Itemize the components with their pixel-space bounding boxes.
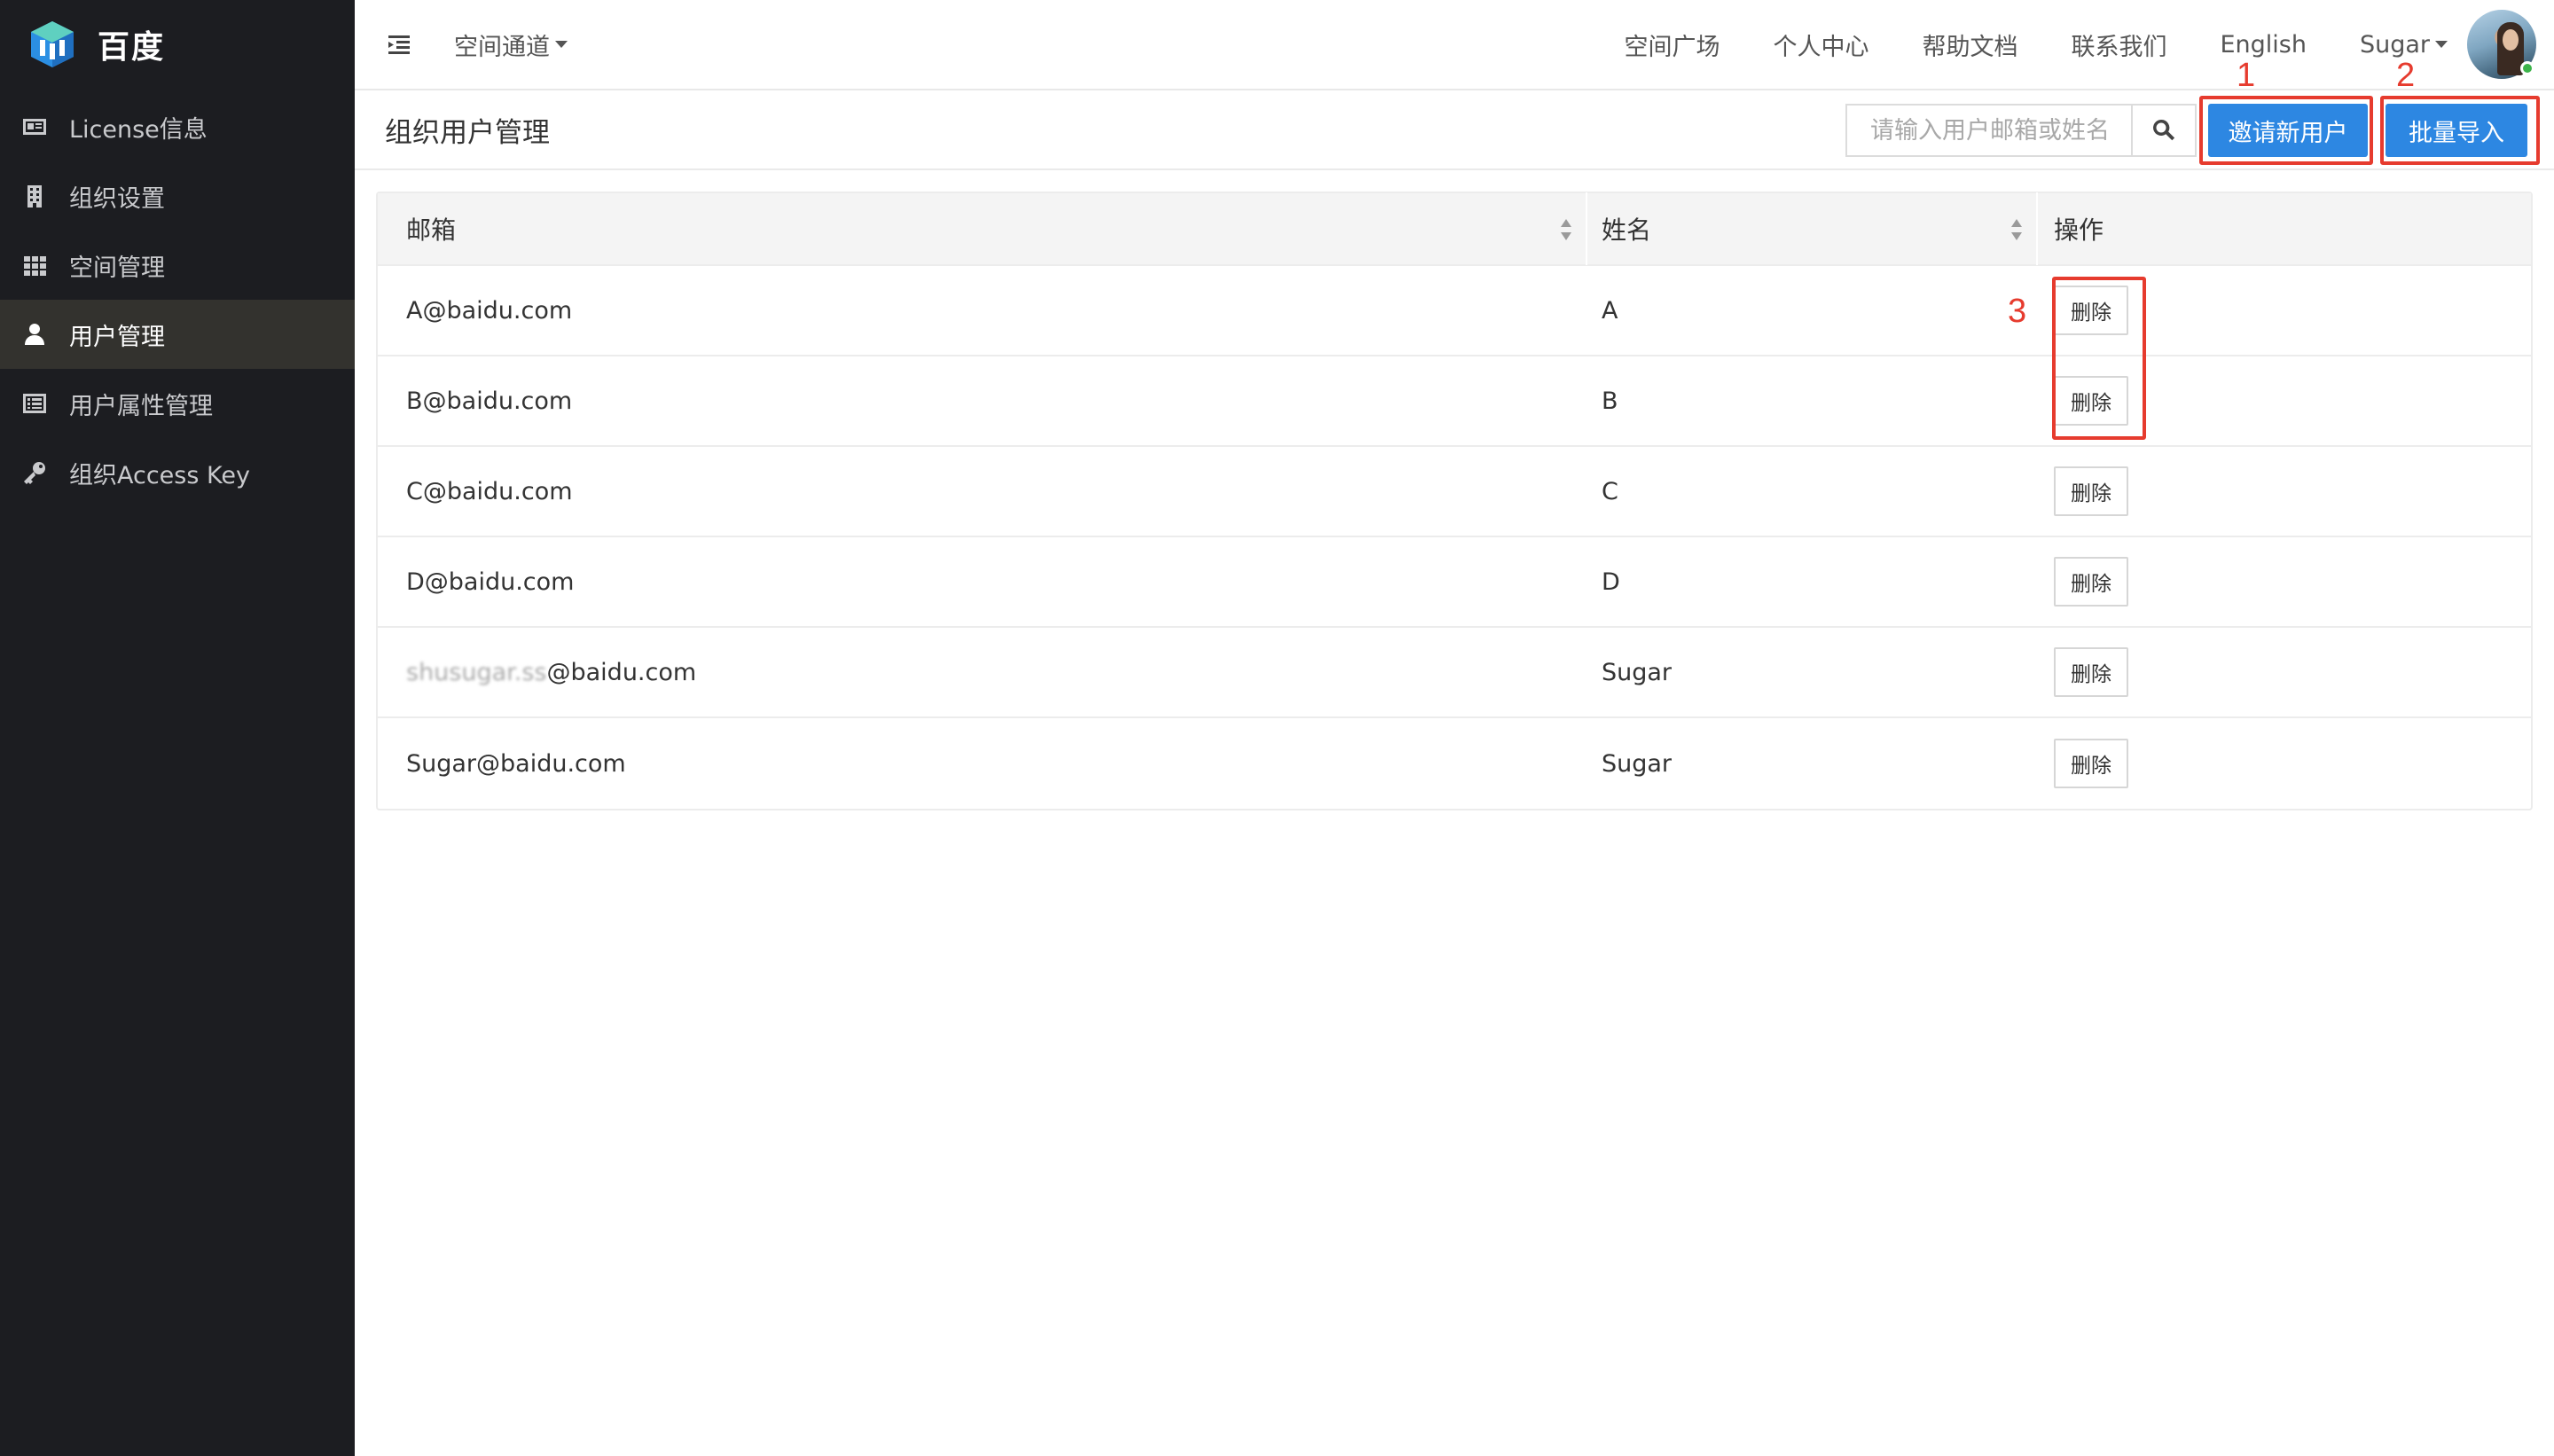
- nav-personal-center[interactable]: 个人中心: [1773, 27, 1868, 62]
- annotation-box-invite: [2199, 96, 2373, 165]
- table-row: C@baidu.com C 删除: [378, 447, 2531, 537]
- cell-name: A: [1602, 296, 1618, 325]
- sidebar-item-user-attributes[interactable]: 用户属性管理: [0, 369, 355, 438]
- sidebar-item-label: 组织Access Key: [69, 461, 250, 489]
- cell-name: Sugar: [1602, 658, 1673, 686]
- table-header: 邮箱 姓名 操作: [378, 192, 2531, 266]
- menu-collapse-icon: [388, 35, 410, 54]
- cell-email: D@baidu.com: [406, 568, 575, 596]
- sidebar-menu: License信息 组织设置 空间管理 用户管理 用户属性管理 组织Access…: [0, 92, 355, 507]
- column-header-label: 操作: [2054, 215, 2104, 245]
- annotation-box-delete: [2052, 277, 2146, 440]
- avatar-face: [2503, 29, 2519, 51]
- annotation-number-1: 1: [2237, 57, 2256, 94]
- sidebar-item-label: 组织设置: [69, 184, 165, 213]
- delete-button[interactable]: 删除: [2054, 647, 2128, 697]
- nav-contact-us[interactable]: 联系我们: [2071, 27, 2166, 62]
- cell-actions: 删除: [2038, 647, 2531, 697]
- delete-button[interactable]: 删除: [2054, 739, 2128, 788]
- sidebar-item-org-settings[interactable]: 组织设置: [0, 161, 355, 231]
- delete-button[interactable]: 删除: [2054, 557, 2128, 607]
- cell-name: D: [1602, 568, 1620, 596]
- caret-down-icon: [555, 41, 568, 48]
- sidebar-item-space-management[interactable]: 空间管理: [0, 231, 355, 300]
- top-bar: 空间通道 空间广场 个人中心 帮助文档 联系我们 English Sugar: [355, 0, 2554, 90]
- annotation-number-3: 3: [2008, 293, 2027, 330]
- nav-help-docs[interactable]: 帮助文档: [1922, 27, 2017, 62]
- cell-email: Sugar@baidu.com: [406, 749, 626, 778]
- page-title: 组织用户管理: [385, 116, 550, 149]
- sidebar-item-user-management[interactable]: 用户管理: [0, 300, 355, 369]
- sort-icon[interactable]: [1559, 217, 1573, 242]
- email-domain: @baidu.com: [546, 658, 697, 686]
- column-header-name[interactable]: 姓名: [1587, 192, 2038, 265]
- search-button[interactable]: [2131, 104, 2197, 157]
- cell-name: Sugar: [1602, 749, 1673, 778]
- annotation-box-import: [2380, 96, 2540, 165]
- cell-name: B: [1602, 387, 1618, 415]
- column-header-label: 姓名: [1602, 215, 1652, 245]
- sidebar-item-label: 空间管理: [69, 254, 165, 282]
- online-status-dot: [2520, 61, 2534, 75]
- caret-down-icon: [2435, 41, 2448, 48]
- brand-name: 百度: [98, 29, 166, 66]
- id-card-icon: [21, 114, 48, 140]
- cell-email: shusugar.ss@baidu.com: [378, 659, 1587, 686]
- cell-email: B@baidu.com: [406, 387, 573, 415]
- brand[interactable]: 百度: [0, 0, 355, 89]
- cell-email: A@baidu.com: [406, 296, 573, 325]
- cube-logo-icon: [31, 21, 74, 67]
- column-header-email[interactable]: 邮箱: [378, 192, 1587, 265]
- list-icon: [21, 390, 48, 417]
- delete-button[interactable]: 删除: [2054, 466, 2128, 516]
- column-header-label: 邮箱: [406, 215, 457, 245]
- column-header-actions: 操作: [2038, 192, 2531, 265]
- collapse-sidebar-button[interactable]: [385, 30, 413, 59]
- sidebar-item-label: License信息: [69, 115, 208, 144]
- table-row: shusugar.ss@baidu.com Sugar 删除: [378, 628, 2531, 718]
- table-row: A@baidu.com A 删除: [378, 266, 2531, 356]
- table-row: B@baidu.com B 删除: [378, 356, 2531, 447]
- sidebar: 百度 License信息 组织设置 空间管理 用户管理 用户属性管理 组织Acc…: [0, 0, 355, 1456]
- cell-actions: 删除: [2038, 557, 2531, 607]
- sidebar-item-access-key[interactable]: 组织Access Key: [0, 438, 355, 507]
- key-icon: [21, 459, 48, 486]
- nav-space-plaza[interactable]: 空间广场: [1624, 27, 1720, 62]
- user-menu-dropdown[interactable]: Sugar: [2360, 31, 2448, 59]
- cell-email: C@baidu.com: [406, 477, 573, 505]
- building-icon: [21, 183, 48, 209]
- nav-language-english[interactable]: English: [2220, 31, 2307, 59]
- sort-icon[interactable]: [2010, 217, 2024, 242]
- user-icon: [21, 321, 48, 348]
- annotation-number-2: 2: [2396, 57, 2416, 94]
- user-name: Sugar: [2359, 30, 2430, 59]
- sidebar-item-label: 用户属性管理: [69, 392, 213, 420]
- search-icon: [2153, 119, 2175, 141]
- space-select-label: 空间通道: [454, 33, 550, 61]
- grid-icon: [21, 252, 48, 278]
- user-table: 邮箱 姓名 操作 A@baidu.com A 删除 B@baidu.com B …: [376, 192, 2533, 810]
- sidebar-item-label: 用户管理: [69, 323, 165, 351]
- avatar[interactable]: [2467, 10, 2536, 79]
- cell-actions: 删除: [2038, 466, 2531, 516]
- cell-actions: 删除: [2038, 739, 2531, 788]
- email-prefix-blurred: shusugar.ss: [406, 658, 547, 686]
- table-row: D@baidu.com D 删除: [378, 537, 2531, 628]
- space-select-dropdown[interactable]: 空间通道: [454, 27, 568, 62]
- table-row: Sugar@baidu.com Sugar 删除: [378, 718, 2531, 809]
- cell-name: C: [1602, 477, 1618, 505]
- sidebar-item-license[interactable]: License信息: [0, 92, 355, 161]
- search-input[interactable]: [1845, 104, 2133, 157]
